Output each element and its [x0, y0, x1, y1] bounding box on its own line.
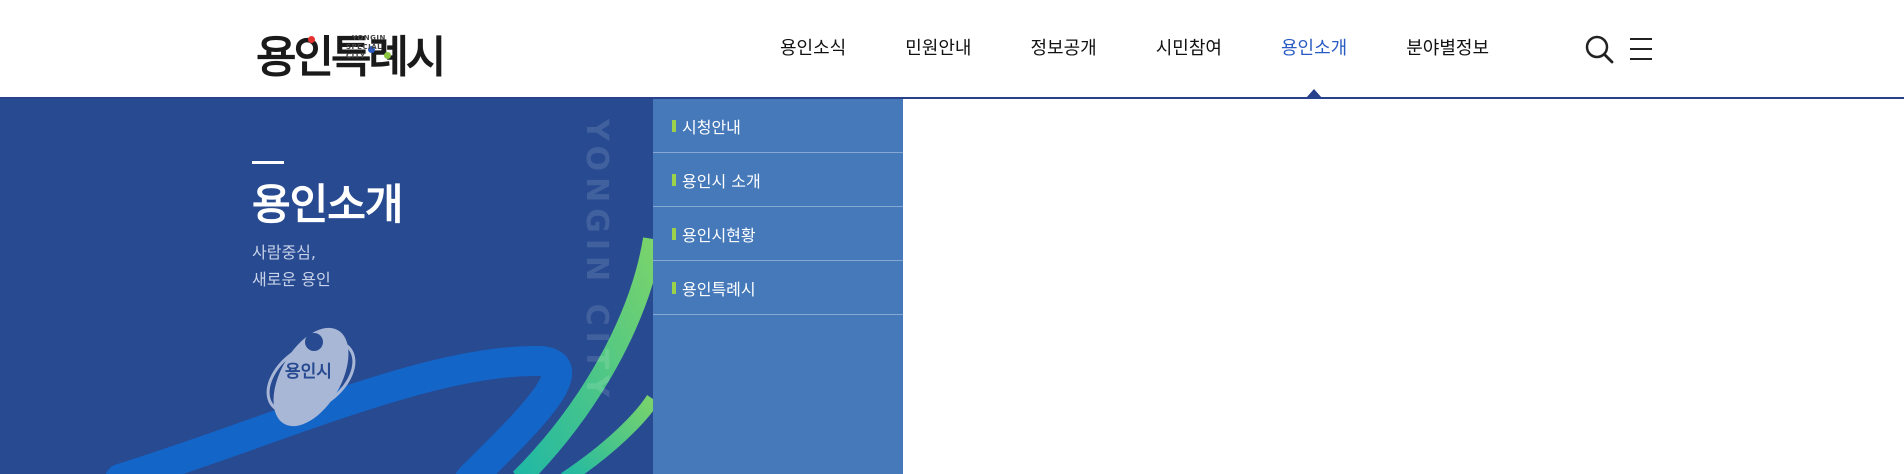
- nav-item-label: 용인소식: [780, 38, 847, 59]
- nav-item-introduction[interactable]: 용인소개: [1281, 0, 1348, 98]
- submenu-item-city-hall[interactable]: 시청안내: [653, 99, 903, 153]
- logo-sub-line2: SPECIAL CITY: [346, 43, 383, 60]
- nav-item-label: 용인소개: [1281, 38, 1348, 59]
- submenu-item-label: 용인시현황: [682, 225, 756, 245]
- nav-item-label: 정보공개: [1030, 38, 1097, 59]
- submenu-item-city-status[interactable]: 용인시현황: [653, 207, 903, 261]
- hero-subtitle-line1: 사람중심,: [252, 243, 316, 262]
- logo-dot-red: [308, 36, 315, 43]
- nav-item-field-info[interactable]: 분야별정보: [1406, 0, 1489, 97]
- nav-item-civil-service[interactable]: 민원안내: [905, 0, 971, 97]
- submenu-item-label: 용인시 소개: [682, 171, 761, 191]
- logo-subtitle: YONGIN SPECIAL CITY: [346, 34, 386, 61]
- search-button[interactable]: [1584, 34, 1614, 64]
- emblem-text: 용인시: [285, 362, 332, 382]
- main-nav: 용인소식 민원안내 정보공개 시민참여 용인소개 분야별정보: [780, 0, 1548, 98]
- hero-title-bar: [252, 161, 284, 164]
- submenu-item-special-city[interactable]: 용인특례시: [653, 261, 903, 315]
- sub-menu: 시청안내 용인시 소개 용인시현황 용인특례시: [653, 99, 903, 474]
- nav-item-disclosure[interactable]: 정보공개: [1031, 0, 1097, 97]
- site-header: 용인특례시 YONGIN SPECIAL CITY 용인소식 민원안내 정보공개…: [0, 0, 1904, 98]
- nav-item-label: 분야별정보: [1406, 38, 1490, 59]
- logo-sub-line1: YONGIN: [352, 34, 386, 42]
- section-hero: YONGIN CITY 용인소개 사람중심, 새로운 용인 용인시: [0, 99, 653, 474]
- hero-vertical-text: YONGIN CITY: [579, 119, 614, 403]
- nav-item-label: 시민참여: [1155, 38, 1222, 59]
- nav-item-news[interactable]: 용인소식: [780, 0, 846, 97]
- submenu-marker-icon: [672, 119, 676, 132]
- page-title: 용인소개: [252, 180, 404, 229]
- submenu-marker-icon: [672, 227, 676, 240]
- search-icon: [1585, 35, 1614, 64]
- submenu-marker-icon: [672, 281, 676, 294]
- hero-subtitle-line2: 새로운 용인: [252, 270, 331, 289]
- hamburger-menu-icon: [1630, 38, 1652, 60]
- nav-item-participation[interactable]: 시민참여: [1156, 0, 1222, 97]
- submenu-item-label: 시청안내: [682, 117, 741, 137]
- all-menu-button[interactable]: [1628, 34, 1654, 64]
- submenu-item-about-yongin[interactable]: 용인시 소개: [653, 153, 903, 207]
- submenu-marker-icon: [672, 173, 676, 186]
- submenu-item-label: 용인특례시: [682, 279, 756, 299]
- nav-item-label: 민원안내: [905, 38, 972, 59]
- hero-subtitle: 사람중심, 새로운 용인: [252, 239, 331, 293]
- city-emblem: 용인시: [255, 319, 367, 431]
